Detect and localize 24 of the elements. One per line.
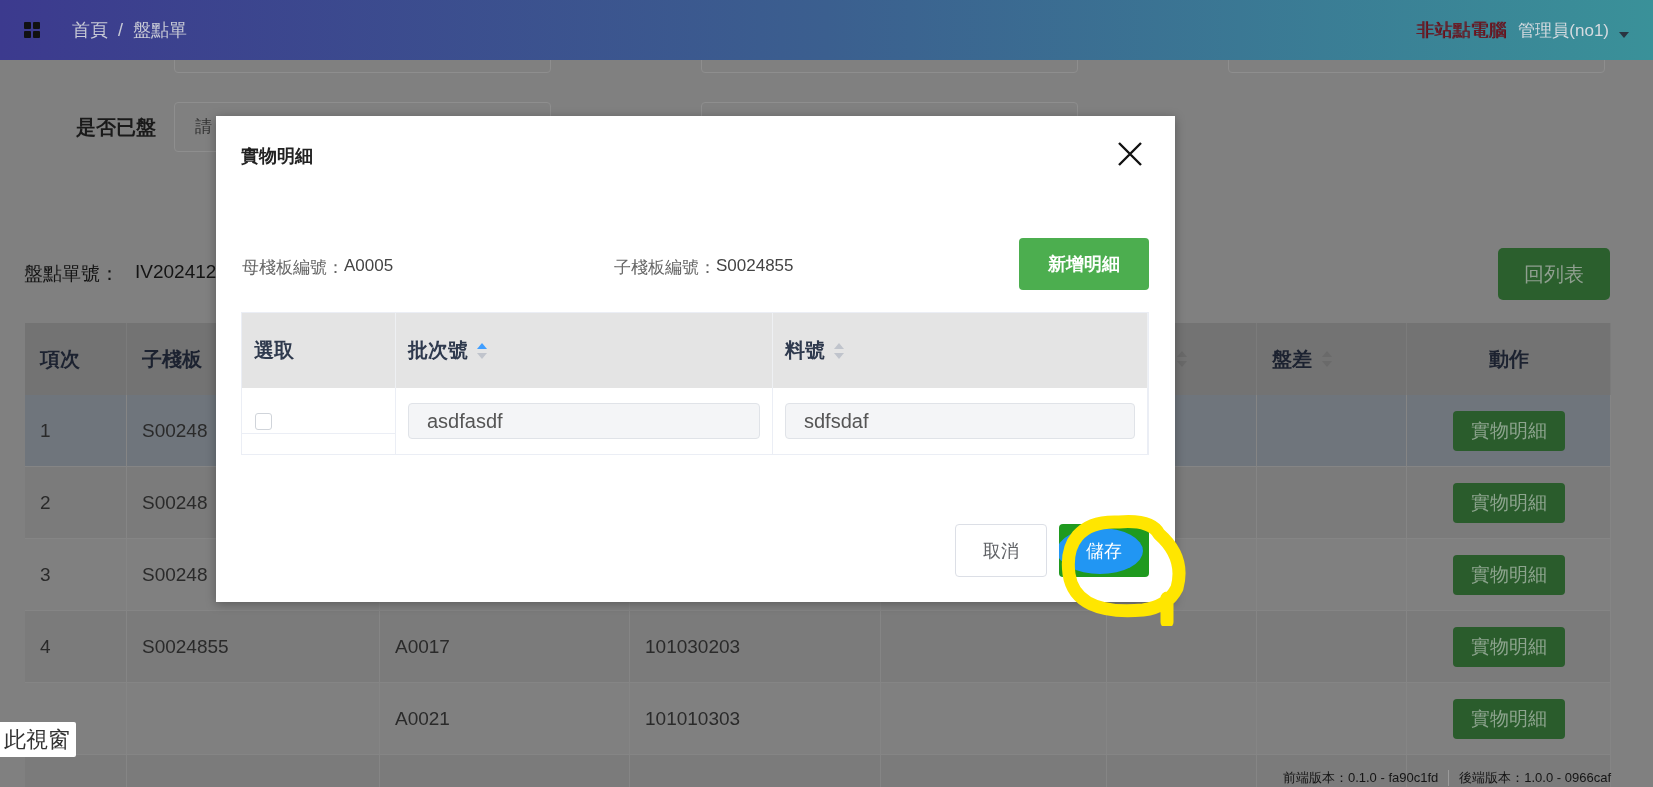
table-cell: S00248	[142, 419, 208, 442]
station-warning: 非站點電腦	[1416, 19, 1507, 42]
order-number-value: IV202412	[135, 261, 217, 284]
table-cell: A0017	[395, 635, 450, 658]
info-value: S0024855	[716, 255, 794, 277]
table-cell: A0021	[395, 707, 450, 730]
order-number-label: 盤點單號：	[24, 262, 119, 286]
info-label: 母棧板編號：	[242, 256, 344, 279]
table-cell: 101010303	[645, 707, 741, 730]
table-cell: 4	[40, 635, 51, 658]
table-cell: 1	[40, 419, 51, 442]
version-text: 後端版本：1.0.0 - 0966caf	[1459, 769, 1611, 787]
table-cell: S0024855	[142, 635, 229, 658]
version-text: 前端版本：0.1.0 - fa90c1fd	[1282, 769, 1439, 787]
table-cell: 101030203	[645, 635, 741, 658]
info-label: 子棧板編號：	[614, 256, 716, 279]
modal-title: 實物明細	[241, 145, 313, 168]
table-cell: S00248	[142, 491, 208, 514]
filter-label: 是否已盤	[75, 114, 157, 140]
info-value: A0005	[344, 255, 394, 277]
table-cell: 2	[40, 491, 51, 514]
breadcrumb-separator: /	[118, 19, 123, 41]
table-cell: 3	[40, 563, 51, 586]
table-cell: S00248	[142, 563, 208, 586]
